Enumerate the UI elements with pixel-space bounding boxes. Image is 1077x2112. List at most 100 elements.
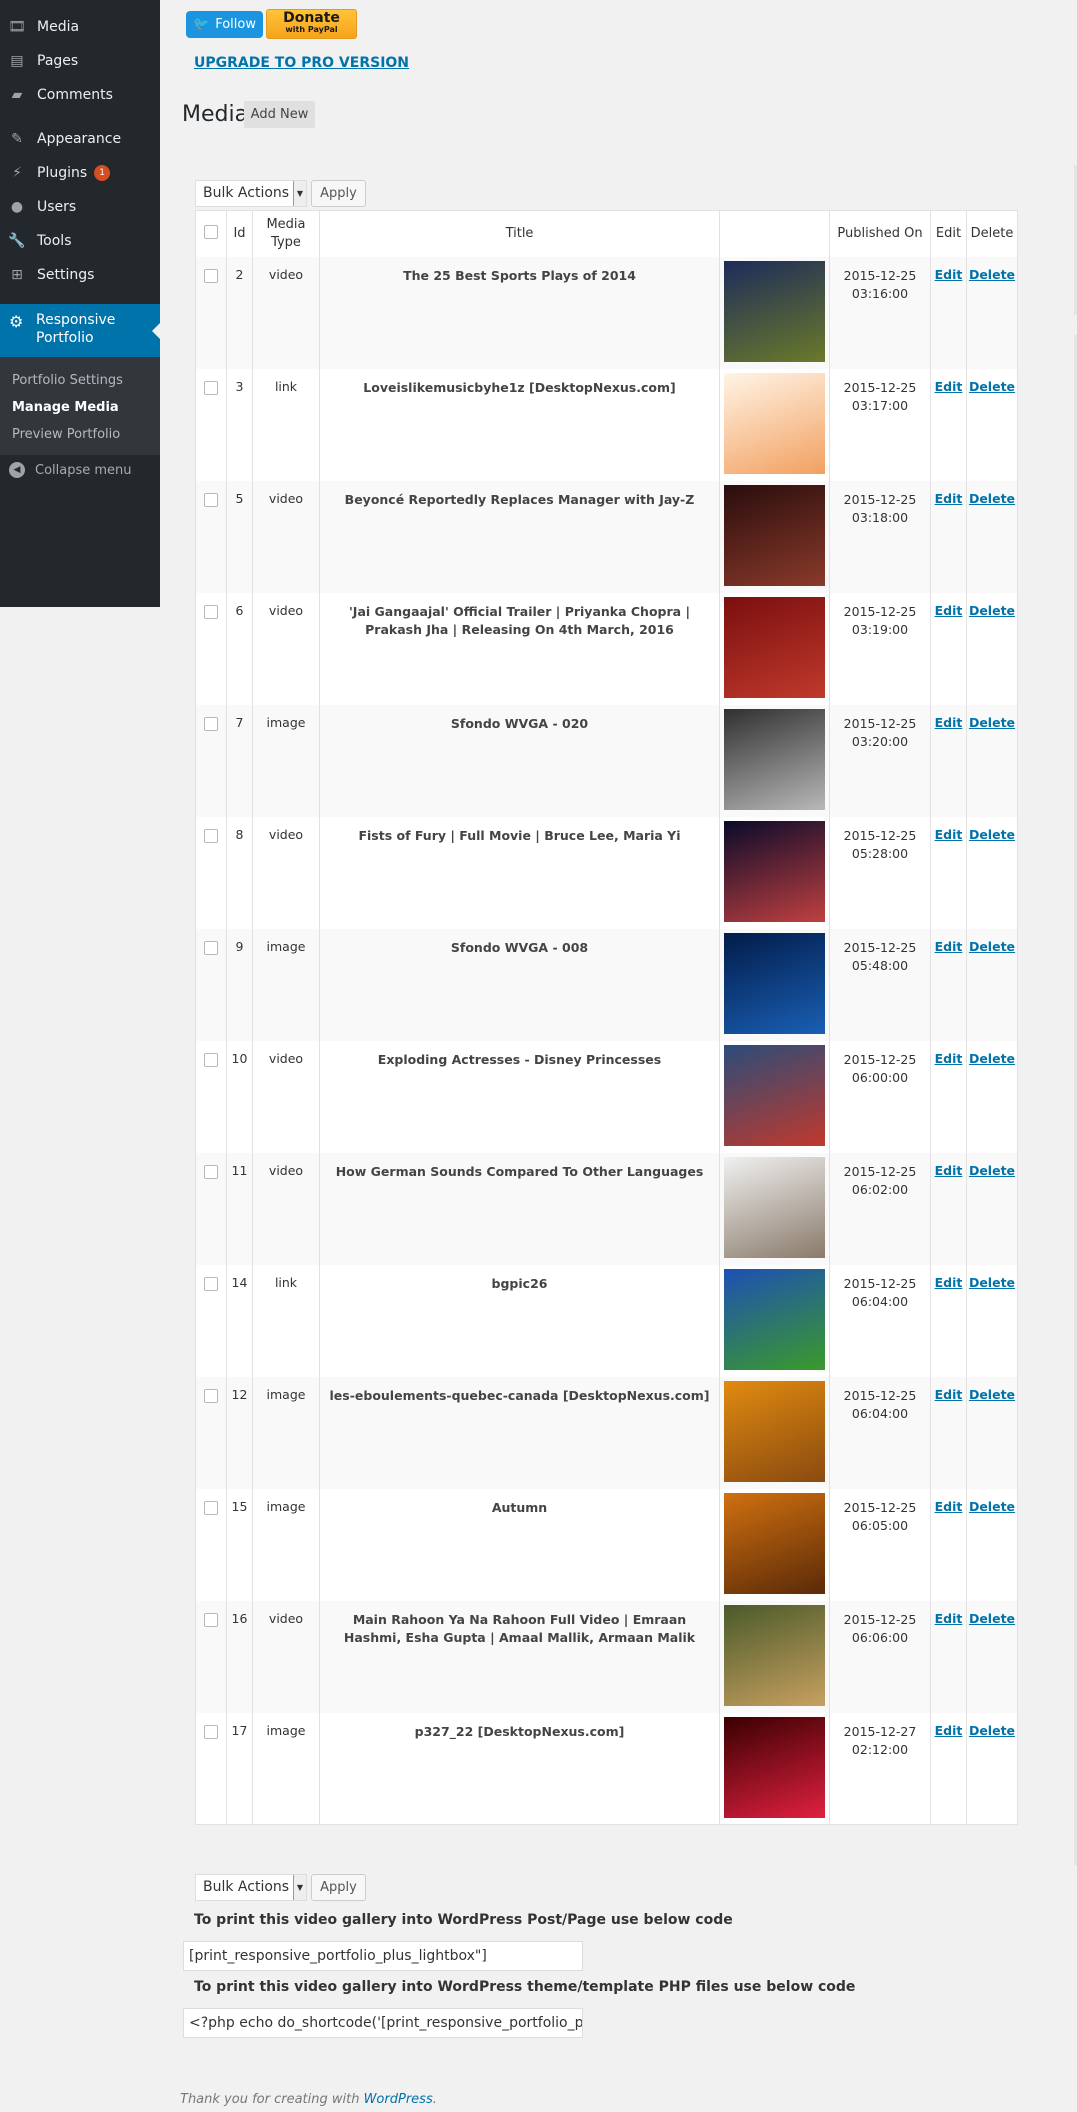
row-delete-cell: Delete <box>966 1264 1018 1377</box>
delete-link[interactable]: Delete <box>969 267 1015 282</box>
delete-link[interactable]: Delete <box>969 1163 1015 1178</box>
sidebar-item-tools[interactable]: 🔧 Tools <box>0 224 160 258</box>
table-row: 17 image p327_22 [DesktopNexus.com] 2015… <box>195 1712 1018 1825</box>
thumbnail-image <box>724 1268 825 1370</box>
admin-sidebar: 🎞 Media ▤ Pages ▰ Comments ✎ Appearance ⚡ Plugins… <box>0 0 160 607</box>
delete-link[interactable]: Delete <box>969 379 1015 394</box>
table-row: 15 image Autumn 2015-12-25 06:05:00 Edit … <box>195 1488 1018 1601</box>
row-checkbox[interactable] <box>195 1488 227 1601</box>
wordpress-link[interactable]: WordPress <box>364 2092 433 2107</box>
bulk-actions-select[interactable]: Bulk Actions ▼ <box>195 180 307 207</box>
edit-link[interactable]: Edit <box>935 267 963 282</box>
row-time: 05:48:00 <box>851 957 909 973</box>
sidebar-item-responsive-portfolio[interactable]: ⚙ Responsive Portfolio <box>0 304 160 357</box>
apply-button-bottom[interactable]: Apply <box>311 1874 366 1901</box>
row-checkbox[interactable] <box>195 1264 227 1377</box>
delete-link[interactable]: Delete <box>969 603 1015 618</box>
table-row: 14 link bgpic26 2015-12-25 06:04:00 Edit … <box>195 1264 1018 1377</box>
column-title: Title <box>319 210 720 257</box>
delete-link[interactable]: Delete <box>969 1051 1015 1066</box>
php-shortcode-field[interactable]: <?php echo do_shortcode('[print_responsi… <box>183 2008 583 2038</box>
delete-link[interactable]: Delete <box>969 827 1015 842</box>
delete-link[interactable]: Delete <box>969 1387 1015 1402</box>
twitter-follow-button[interactable]: 🐦 Follow <box>186 11 263 38</box>
submenu-preview-portfolio[interactable]: Preview Portfolio <box>12 427 120 442</box>
edit-link[interactable]: Edit <box>935 939 963 954</box>
edit-link[interactable]: Edit <box>935 1275 963 1290</box>
row-checkbox[interactable] <box>195 816 227 929</box>
delete-link[interactable]: Delete <box>969 939 1015 954</box>
post-shortcode-note: To print this video gallery into WordPre… <box>194 1912 733 1928</box>
row-time: 06:04:00 <box>851 1293 909 1309</box>
row-time: 02:12:00 <box>851 1741 909 1757</box>
row-edit-cell: Edit <box>930 1152 967 1265</box>
table-row: 2 video The 25 Best Sports Plays of 2014… <box>195 256 1018 369</box>
row-checkbox[interactable] <box>195 928 227 1041</box>
row-id: 2 <box>226 256 253 369</box>
edit-link[interactable]: Edit <box>935 1051 963 1066</box>
table-row: 7 image Sfondo WVGA - 020 2015-12-25 03:2… <box>195 704 1018 817</box>
edit-link[interactable]: Edit <box>935 1499 963 1514</box>
row-checkbox[interactable] <box>195 480 227 593</box>
edit-link[interactable]: Edit <box>935 1387 963 1402</box>
thumbnail-image <box>724 1044 825 1146</box>
submenu: Portfolio Settings Manage Media Preview … <box>0 357 160 455</box>
paypal-donate-button[interactable]: Donate with PayPal <box>266 9 357 39</box>
row-date: 2015-12-25 <box>843 1275 917 1291</box>
row-time: 06:02:00 <box>851 1181 909 1197</box>
row-delete-cell: Delete <box>966 368 1018 481</box>
row-checkbox[interactable] <box>195 1600 227 1713</box>
row-checkbox[interactable] <box>195 1376 227 1489</box>
row-delete-cell: Delete <box>966 256 1018 369</box>
delete-link[interactable]: Delete <box>969 715 1015 730</box>
row-checkbox[interactable] <box>195 592 227 705</box>
delete-link[interactable]: Delete <box>969 1275 1015 1290</box>
row-checkbox[interactable] <box>195 1040 227 1153</box>
row-checkbox[interactable] <box>195 1712 227 1825</box>
submenu-manage-media[interactable]: Manage Media <box>12 400 119 415</box>
sidebar-item-appearance[interactable]: ✎ Appearance <box>0 122 160 156</box>
row-published-on: 2015-12-25 06:00:00 <box>829 1040 931 1153</box>
delete-link[interactable]: Delete <box>969 1723 1015 1738</box>
sidebar-item-media[interactable]: 🎞 Media <box>0 10 160 44</box>
apply-button[interactable]: Apply <box>311 180 366 207</box>
delete-link[interactable]: Delete <box>969 1611 1015 1626</box>
thumbnail-image <box>724 708 825 810</box>
upgrade-pro-link[interactable]: UPGRADE TO PRO VERSION <box>194 55 409 71</box>
row-checkbox[interactable] <box>195 256 227 369</box>
edit-link[interactable]: Edit <box>935 715 963 730</box>
edit-link[interactable]: Edit <box>935 1611 963 1626</box>
delete-link[interactable]: Delete <box>969 1499 1015 1514</box>
delete-link[interactable]: Delete <box>969 491 1015 506</box>
sidebar-item-settings[interactable]: ⊞ Settings <box>0 258 160 292</box>
row-checkbox[interactable] <box>195 1152 227 1265</box>
column-delete: Delete <box>966 210 1018 257</box>
row-checkbox[interactable] <box>195 704 227 817</box>
add-new-button[interactable]: Add New <box>244 101 315 128</box>
sidebar-item-comments[interactable]: ▰ Comments <box>0 78 160 112</box>
edit-link[interactable]: Edit <box>935 1163 963 1178</box>
post-shortcode-field[interactable]: [print_responsive_portfolio_plus_lightbo… <box>183 1941 583 1971</box>
bulk-actions-select-bottom[interactable]: Bulk Actions ▼ <box>195 1874 307 1901</box>
follow-label: Follow <box>215 17 256 32</box>
row-media-type: video <box>252 480 320 593</box>
row-title: les-eboulements-quebec-canada [DesktopNe… <box>319 1376 720 1489</box>
collapse-menu-button[interactable]: ◀ Collapse menu <box>9 462 132 478</box>
row-date: 2015-12-25 <box>843 939 917 955</box>
submenu-portfolio-settings[interactable]: Portfolio Settings <box>12 373 123 388</box>
sidebar-item-pages[interactable]: ▤ Pages <box>0 44 160 78</box>
edit-link[interactable]: Edit <box>935 379 963 394</box>
row-checkbox[interactable] <box>195 368 227 481</box>
sidebar-item-plugins[interactable]: ⚡ Plugins 1 <box>0 156 160 190</box>
row-title: Sfondo WVGA - 008 <box>319 928 720 1041</box>
select-all-checkbox[interactable] <box>195 210 227 257</box>
edit-link[interactable]: Edit <box>935 1723 963 1738</box>
row-delete-cell: Delete <box>966 1152 1018 1265</box>
edit-link[interactable]: Edit <box>935 491 963 506</box>
row-thumbnail-cell <box>719 368 830 481</box>
row-title: p327_22 [DesktopNexus.com] <box>319 1712 720 1825</box>
edit-link[interactable]: Edit <box>935 603 963 618</box>
sidebar-item-users[interactable]: ● Users <box>0 190 160 224</box>
row-published-on: 2015-12-25 03:18:00 <box>829 480 931 593</box>
edit-link[interactable]: Edit <box>935 827 963 842</box>
